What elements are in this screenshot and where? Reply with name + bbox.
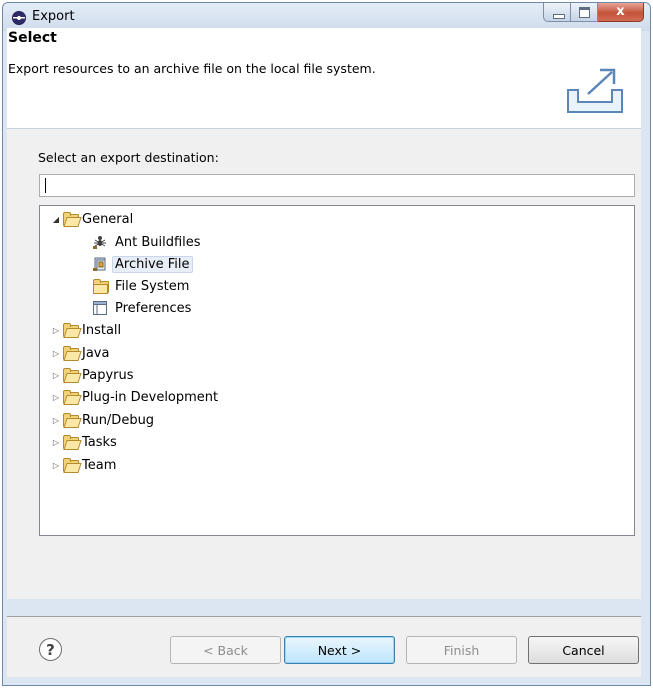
collapsed-triangle-icon[interactable]: ▷ (50, 371, 62, 380)
folder-icon (62, 367, 82, 383)
tree-node-archive-file[interactable]: Archive File (92, 254, 193, 274)
tree-node-label: Ant Buildfiles (115, 234, 201, 250)
tree-node-label: Archive File (112, 255, 193, 273)
title-bar[interactable]: Export x (3, 3, 650, 31)
tree-node-preferences[interactable]: Preferences (92, 298, 194, 318)
tree-node-label: Preferences (115, 300, 192, 316)
tree-node-install[interactable]: ▷ Install (50, 320, 121, 340)
tree-node-label: Papyrus (82, 367, 134, 383)
finish-button[interactable]: Finish (406, 636, 517, 664)
tree-node-team[interactable]: ▷ Team (50, 455, 116, 475)
tree-node-plug-in-development[interactable]: ▷ Plug-in Development (50, 387, 218, 407)
file-system-icon (92, 278, 109, 294)
folder-icon (62, 345, 82, 361)
tree-node-java[interactable]: ▷ Java (50, 343, 109, 363)
tree-node-label: Plug-in Development (82, 389, 219, 405)
tree-node-label: File System (115, 278, 190, 294)
tree-node-label: Java (82, 345, 110, 361)
ant-icon (93, 236, 106, 249)
collapsed-triangle-icon[interactable]: ▷ (50, 326, 62, 335)
tree-node-label: Run/Debug (82, 412, 155, 428)
folder-icon (62, 434, 82, 450)
tree-node-label: Install (82, 322, 122, 338)
tree-node-file-system[interactable]: File System (92, 276, 192, 296)
export-banner-icon (567, 68, 623, 113)
tree-node-ant-buildfiles[interactable]: Ant Buildfiles (92, 232, 204, 252)
folder-open-icon (62, 211, 82, 227)
tree-node-run-debug[interactable]: ▷ Run/Debug (50, 410, 154, 430)
folder-icon (62, 389, 82, 405)
destination-label: Select an export destination: (38, 150, 219, 165)
collapsed-triangle-icon[interactable]: ▷ (50, 416, 62, 425)
archive-file-icon (93, 257, 106, 271)
cancel-button[interactable]: Cancel (528, 636, 639, 664)
close-icon: x (616, 4, 625, 19)
eclipse-app-icon (12, 11, 26, 25)
help-button[interactable]: ? (39, 638, 62, 661)
text-caret (45, 178, 46, 193)
collapsed-triangle-icon[interactable]: ▷ (50, 461, 62, 470)
folder-icon (62, 457, 82, 473)
maximize-button[interactable] (571, 3, 598, 22)
window-controls: x (543, 3, 644, 23)
collapsed-triangle-icon[interactable]: ▷ (50, 349, 62, 358)
page-description: Export resources to an archive file on t… (8, 61, 376, 76)
tree-node-tasks[interactable]: ▷ Tasks (50, 432, 117, 452)
folder-icon (62, 322, 82, 338)
tree-node-label: General (82, 211, 134, 227)
close-button[interactable]: x (598, 3, 644, 22)
collapsed-triangle-icon[interactable]: ▷ (50, 438, 62, 447)
next-button[interactable]: Next > (284, 636, 395, 664)
collapsed-triangle-icon[interactable]: ▷ (50, 393, 62, 402)
page-title: Select (8, 30, 57, 46)
window-title: Export (32, 9, 75, 24)
destination-tree[interactable]: ◢ General Ant Buildfiles Archive File Fi… (39, 205, 635, 536)
tree-node-label: Tasks (82, 434, 117, 450)
tree-node-general[interactable]: ◢ General (50, 209, 133, 229)
back-button[interactable]: < Back (170, 636, 281, 664)
filter-input[interactable] (39, 174, 635, 197)
tree-node-papyrus[interactable]: ▷ Papyrus (50, 365, 134, 385)
wizard-header (7, 28, 641, 129)
tree-node-label: Team (82, 457, 117, 473)
folder-icon (62, 412, 82, 428)
expanded-triangle-icon[interactable]: ◢ (50, 215, 62, 224)
preferences-icon (93, 301, 107, 315)
minimize-button[interactable] (543, 3, 571, 22)
